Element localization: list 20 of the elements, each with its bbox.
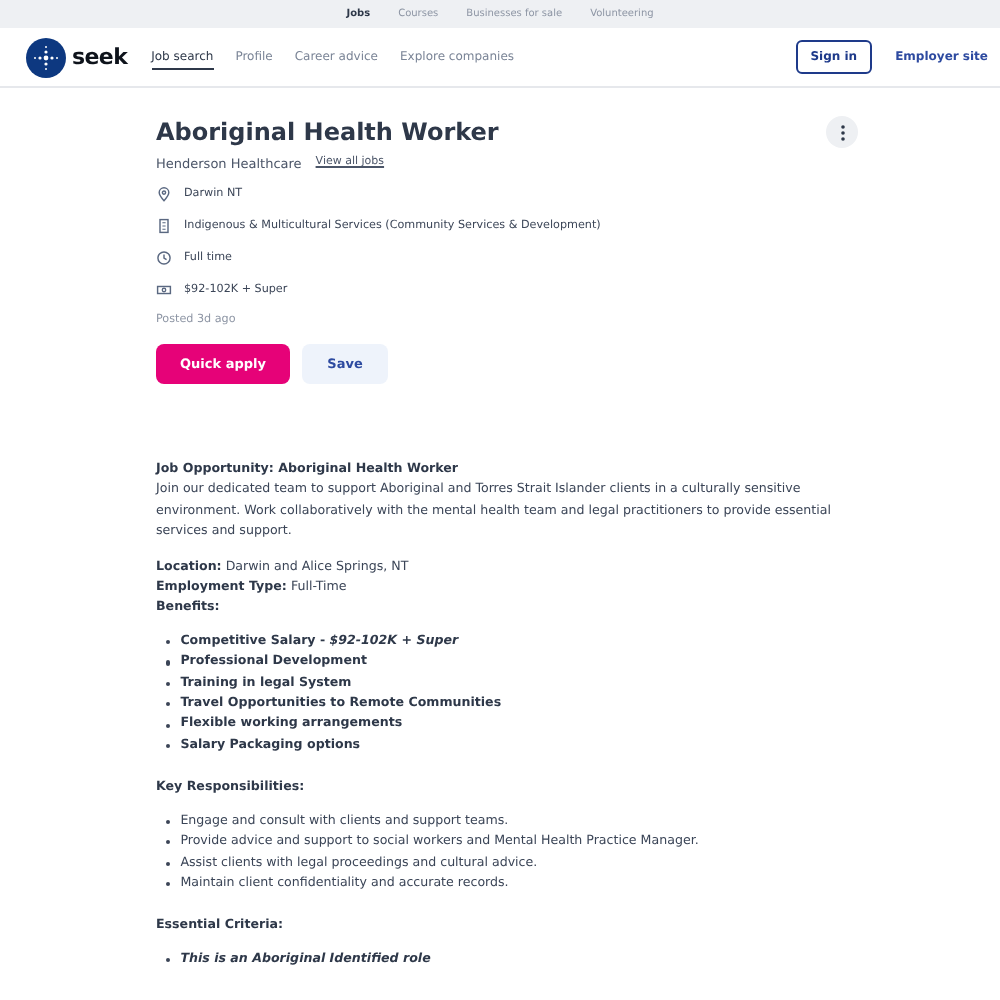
location-pin-icon [156,186,172,202]
more-icon [839,123,845,141]
bullet-icon [166,702,171,707]
logo-text[interactable]: seek [72,44,128,70]
bullet-icon [166,957,171,963]
bullet-icon [166,640,171,645]
bullet-icon [166,681,171,687]
bullet-icon [166,840,171,845]
bullet-icon [166,660,171,666]
bullet-icon [166,819,171,825]
bullet-icon [166,744,171,749]
job-title: Aboriginal Health Worker [156,118,499,146]
bullet-icon [166,861,171,866]
building-icon [156,218,172,234]
more-options-button[interactable] [826,116,858,148]
clock-icon [156,250,172,266]
logo-icon[interactable] [26,37,66,77]
bullet-icon [166,723,171,728]
money-icon [156,282,172,298]
bullet-icon [166,882,171,887]
